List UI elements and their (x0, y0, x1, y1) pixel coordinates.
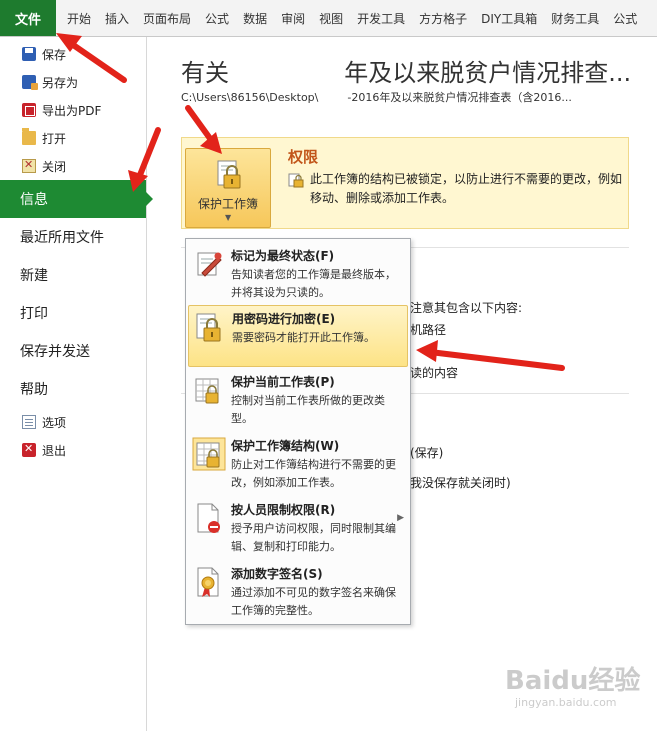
document-title: 有关 年及以来脱贫户情况排查... (181, 53, 631, 88)
permissions-title: 权限 (288, 148, 319, 166)
prepare-sharing-text: 注意其包含以下内容: (410, 301, 523, 315)
document-path: C:\Users\86156\Desktop\ -2016年及以来脱贫户情况排查… (181, 89, 572, 105)
document-path-left: C:\Users\86156\Desktop\ (181, 91, 319, 104)
menu-item-title: 添加数字签名(S) (231, 567, 323, 581)
versions-saved-text: (保存) (410, 446, 444, 460)
nav-save-send[interactable]: 保存并发送 (0, 332, 146, 370)
menu-restrict-permission[interactable]: 按人员限制权限(R) 授予用户访问权限，同时限制其编辑、复制和打印能力。 ▶ (188, 497, 408, 559)
watermark-brand: Baidu经验 (505, 666, 641, 696)
nav-save-label: 保存 (42, 47, 67, 62)
document-title-right: 年及以来脱贫户情况排查... (344, 59, 632, 87)
protect-sheet-icon (195, 378, 219, 404)
ribbon-tabs: 开始 插入 页面布局 公式 数据 审阅 视图 开发工具 方方格子 DIY工具箱 … (60, 0, 644, 36)
menu-item-title: 用密码进行加密(E) (232, 312, 336, 326)
menu-mark-as-final[interactable]: 标记为最终状态(F) 告知读者您的工作簿是最终版本，并将其设为只读的。 (188, 243, 408, 305)
nav-save-as-label: 另存为 (42, 75, 79, 90)
menu-protect-current-sheet[interactable]: 保护当前工作表(P) 控制对当前工作表所做的更改类型。 (188, 369, 408, 431)
permissions-description: 此工作簿的结构已被锁定，以防止进行不需要的更改，例如移动、删除或添加工作表。 (310, 172, 623, 205)
tab-data[interactable]: 数据 (236, 10, 274, 27)
nav-options[interactable]: 选项 (0, 408, 146, 436)
prepare-item-content: 读的内容 (410, 366, 459, 380)
ribbon-seal-icon (197, 567, 219, 597)
nav-exit-label: 退出 (42, 443, 67, 458)
nav-open-label: 打开 (42, 131, 67, 146)
menu-item-description: 需要密码才能打开此工作簿。 (232, 331, 375, 344)
menu-item-title: 标记为最终状态(F) (231, 249, 335, 263)
backstage-nav: 保存 另存为 导出为PDF 打开 关闭 信息 最近所用文件 新建 打印 保存并发… (0, 37, 153, 731)
lock-icon (196, 313, 221, 342)
tab-ffcell[interactable]: 方方格子 (412, 10, 474, 27)
nav-save[interactable]: 保存 (0, 40, 146, 68)
nav-save-as[interactable]: 另存为 (0, 68, 146, 96)
tab-insert[interactable]: 插入 (98, 10, 136, 27)
menu-protect-workbook-structure[interactable]: 保护工作簿结构(W) 防止对工作簿结构进行不需要的更改，例如添加工作表。 (188, 433, 408, 495)
nav-new[interactable]: 新建 (0, 256, 146, 294)
protect-workbook-button[interactable]: 保护工作簿 ▼ (185, 148, 271, 228)
document-path-right: -2016年及以来脱贫户情况排查表（含2016... (347, 91, 572, 104)
nav-options-label: 选项 (42, 415, 67, 430)
tab-file[interactable]: 文件 (0, 0, 56, 36)
exit-icon (22, 442, 36, 457)
watermark-url: jingyan.baidu.com (515, 696, 617, 709)
nav-export-pdf[interactable]: 导出为PDF (0, 96, 146, 124)
tab-home[interactable]: 开始 (60, 10, 98, 27)
tab-diy-toolbox[interactable]: DIY工具箱 (474, 10, 544, 27)
tab-view[interactable]: 视图 (312, 10, 350, 27)
tab-finance-tools[interactable]: 财务工具 (544, 10, 606, 27)
prepare-item-path: 机路径 (410, 323, 447, 337)
nav-exit[interactable]: 退出 (0, 436, 146, 464)
menu-item-description: 控制对当前工作表所做的更改类型。 (231, 394, 385, 425)
tab-page-layout[interactable]: 页面布局 (136, 10, 198, 27)
tab-review[interactable]: 审阅 (274, 10, 312, 27)
tab-formula-extra[interactable]: 公式 (606, 10, 644, 27)
options-icon (22, 415, 36, 429)
protect-workbook-label: 保护工作簿 (197, 197, 258, 211)
protect-structure-icon (192, 437, 226, 471)
tab-developer[interactable]: 开发工具 (350, 10, 412, 27)
chevron-down-icon: ▼ (225, 213, 232, 222)
nav-recent[interactable]: 最近所用文件 (0, 218, 146, 256)
pdf-icon (22, 103, 36, 117)
restrict-permission-icon (197, 503, 220, 533)
menu-item-description: 防止对工作簿结构进行不需要的更改，例如添加工作表。 (231, 458, 396, 489)
menu-item-description: 通过添加不可见的数字签名来确保工作簿的完整性。 (231, 586, 396, 617)
ribbon-tab-bar: 文件 开始 插入 页面布局 公式 数据 审阅 视图 开发工具 方方格子 DIY工… (0, 0, 657, 37)
menu-item-title: 按人员限制权限(R) (231, 503, 336, 517)
folder-open-icon (22, 128, 36, 145)
nav-info[interactable]: 信息 (0, 180, 153, 218)
chevron-right-icon: ▶ (397, 513, 404, 523)
close-file-icon (22, 158, 36, 173)
protect-workbook-menu: 标记为最终状态(F) 告知读者您的工作簿是最终版本，并将其设为只读的。 用密码进… (185, 238, 411, 625)
nav-close[interactable]: 关闭 (0, 152, 146, 180)
locked-structure-icon (288, 173, 304, 188)
menu-add-digital-signature[interactable]: 添加数字签名(S) 通过添加不可见的数字签名来确保工作簿的完整性。 (188, 561, 408, 623)
nav-print[interactable]: 打印 (0, 294, 146, 332)
mark-final-icon (197, 252, 222, 277)
save-as-icon (22, 75, 38, 90)
menu-item-description: 告知读者您的工作簿是最终版本，并将其设为只读的。 (231, 268, 396, 299)
nav-open[interactable]: 打开 (0, 124, 146, 152)
lock-icon (217, 160, 241, 189)
menu-item-title: 保护当前工作表(P) (231, 375, 335, 389)
permissions-panel: 保护工作簿 ▼ 权限 此工作簿的结构已被锁定，以防止进行不需要的更改，例如移动、… (181, 137, 629, 229)
nav-help[interactable]: 帮助 (0, 370, 146, 408)
nav-export-pdf-label: 导出为PDF (42, 103, 102, 118)
nav-close-label: 关闭 (42, 159, 67, 174)
menu-item-title: 保护工作簿结构(W) (231, 439, 340, 453)
tab-formulas[interactable]: 公式 (198, 10, 236, 27)
versions-unsaved-text: 我没保存就关闭时) (410, 476, 511, 490)
save-icon (22, 47, 36, 61)
menu-encrypt-with-password[interactable]: 用密码进行加密(E) 需要密码才能打开此工作簿。 (188, 305, 408, 367)
menu-item-description: 授予用户访问权限，同时限制其编辑、复制和打印能力。 (231, 522, 396, 553)
document-title-left: 有关 (181, 59, 229, 87)
baidu-watermark: Baidu经验 jingyan.baidu.com (505, 660, 641, 709)
